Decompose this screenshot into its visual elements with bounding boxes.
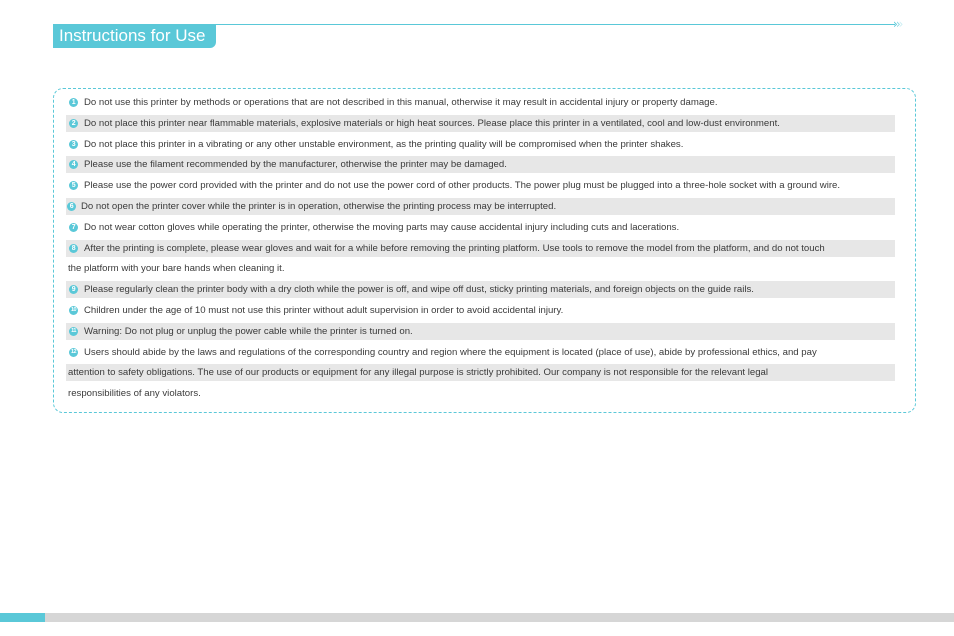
footer-accent: [0, 613, 45, 622]
instruction-text: Please regularly clean the printer body …: [84, 284, 754, 296]
list-item-continuation: the platform with your bare hands when c…: [66, 260, 895, 277]
page-title: Instructions for Use: [53, 24, 216, 48]
list-item-continuation: responsibilities of any violators.: [66, 385, 895, 402]
list-item: 8 After the printing is complete, please…: [66, 239, 895, 257]
instruction-text: Do not place this printer in a vibrating…: [84, 138, 684, 150]
number-badge-icon: 5: [69, 181, 78, 191]
instruction-text: attention to safety obligations. The use…: [68, 367, 769, 379]
number-badge-icon: 3: [69, 139, 78, 149]
number-badge-icon: 2: [69, 118, 78, 128]
instruction-text: Do not open the printer cover while the …: [81, 200, 557, 212]
instruction-text: Do not place this printer near flammable…: [84, 117, 780, 129]
list-item: 2 Do not place this printer near flammab…: [66, 114, 895, 132]
instruction-text: Please use the power cord provided with …: [84, 180, 841, 192]
list-item: 6 Do not open the printer cover while th…: [66, 197, 895, 215]
number-badge-icon: 7: [69, 222, 78, 232]
list-item: 5 Please use the power cord provided wit…: [66, 177, 895, 194]
list-item-continuation: attention to safety obligations. The use…: [66, 364, 895, 382]
number-badge-icon: 8: [69, 243, 78, 253]
list-item: 9 Please regularly clean the printer bod…: [66, 281, 895, 299]
list-item: 1 Do not use this printer by methods or …: [66, 94, 895, 111]
list-item: 11 Warning: Do not plug or unplug the po…: [66, 322, 895, 340]
instructions-list: 1 Do not use this printer by methods or …: [66, 94, 895, 406]
number-badge-icon: 4: [69, 160, 78, 170]
instruction-text: responsibilities of any violators.: [68, 388, 201, 400]
number-badge-icon: 9: [69, 285, 78, 295]
number-badge-icon: 6: [67, 201, 76, 211]
chevron-right-icon: ›››: [893, 17, 903, 31]
instruction-text: Do not use this printer by methods or op…: [84, 97, 718, 108]
list-item: 12 Users should abide by the laws and re…: [66, 344, 895, 361]
list-item: 3 Do not place this printer in a vibrati…: [66, 136, 895, 153]
instruction-text: Users should abide by the laws and regul…: [84, 346, 817, 358]
instruction-text: Children under the age of 10 must not us…: [84, 304, 564, 316]
number-badge-icon: 10: [69, 305, 78, 315]
instruction-text: Warning: Do not plug or unplug the power…: [84, 325, 413, 337]
number-badge-icon: 12: [69, 347, 78, 357]
list-item: 7 Do not wear cotton gloves while operat…: [66, 219, 895, 236]
list-item: 10 Children under the age of 10 must not…: [66, 302, 895, 319]
instruction-text: Please use the filament recommended by t…: [84, 159, 507, 171]
list-item: 4 Please use the filament recommended by…: [66, 156, 895, 174]
instruction-text: Do not wear cotton gloves while operatin…: [84, 221, 680, 233]
number-badge-icon: 11: [69, 326, 78, 336]
instruction-text: the platform with your bare hands when c…: [68, 263, 285, 275]
number-badge-icon: 1: [69, 98, 78, 107]
footer-bar: [0, 613, 954, 622]
instruction-text: After the printing is complete, please w…: [84, 242, 825, 254]
